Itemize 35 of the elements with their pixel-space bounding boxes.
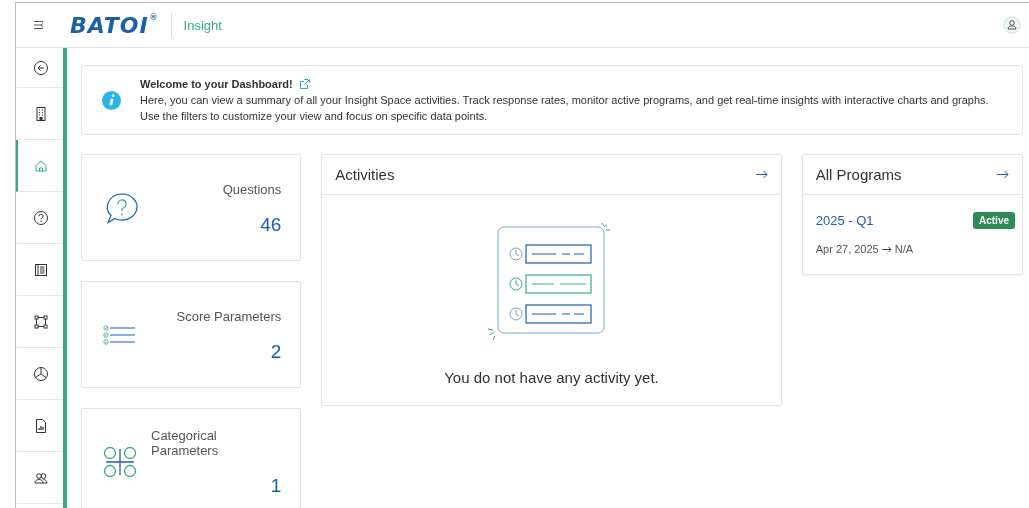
end-date: N/A [894,243,914,255]
nodes-icon [32,313,49,330]
empty-state-message: You do not have any activity yet. [444,369,659,386]
start-date: Apr 27, 2025 [815,243,879,255]
sidebar-item[interactable] [16,140,63,192]
program-name[interactable]: 2025 - Q1 [815,213,874,228]
help-icon [32,209,49,226]
external-link-icon[interactable] [298,78,311,90]
view-all-button[interactable] [755,170,768,179]
status-badge: Active [973,212,1015,229]
info-icon [102,90,121,110]
grid-icon [103,445,137,478]
stat-label: Score Parameters [176,308,282,324]
menu-icon [33,20,45,30]
brand-logo: BATOI$^{®}$ [70,12,159,38]
user-icon[interactable] [1003,16,1021,34]
app-name: Insight [183,17,222,33]
pie-chart-icon [32,365,49,382]
stat-value: 46 [260,213,282,236]
arrow-right-icon [881,245,892,253]
stat-value: 1 [270,475,282,497]
checklist-icon [103,324,137,345]
stat-value: 2 [270,340,282,363]
arrow-right-icon [997,170,1009,179]
card-title: All Programs [815,166,902,183]
back-icon [32,59,49,76]
stat-label: Questions [222,181,282,197]
list-icon [32,261,49,278]
arrow-right-icon [755,170,768,179]
view-all-button[interactable] [997,170,1009,179]
card-title: Activities [335,166,395,183]
welcome-text: Here, you can view a summary of all your Insight Space activities. Track response rates, monitor active programs, and get real-time insights with interactive charts and graphs. [140,94,989,106]
stat-label: Categorical Parameters [151,428,220,458]
welcome-text: Use the filters to customize your view and focus on specific data points. [140,110,489,122]
welcome-title: Welcome to your Dashboard! [140,78,293,90]
